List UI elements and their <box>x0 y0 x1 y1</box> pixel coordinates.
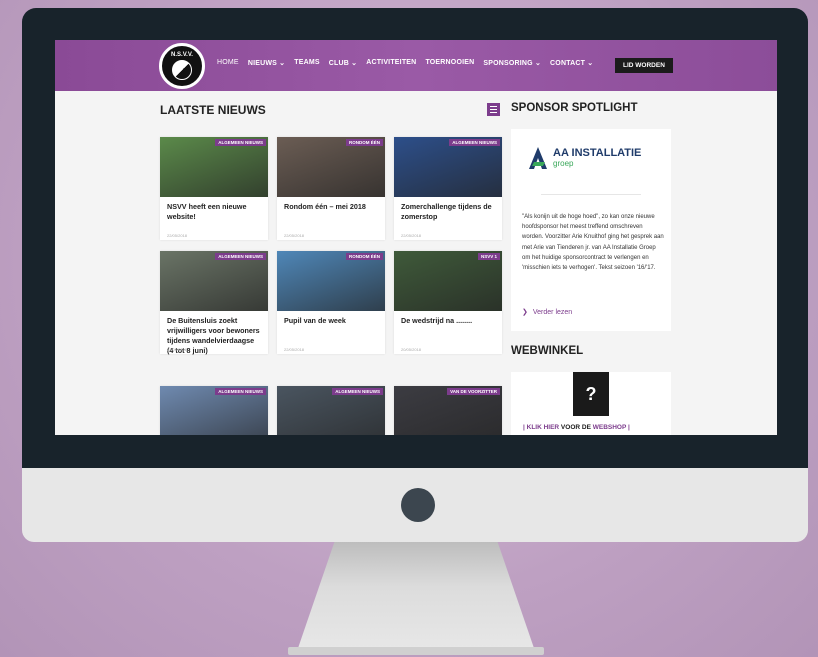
chevron-right-icon: ❯ <box>522 309 528 316</box>
sponsor-heading: SPONSOR SPOTLIGHT <box>511 102 638 114</box>
news-card-date: 20/05/2018 <box>401 347 422 352</box>
logo-text: N.S.V.V. <box>171 52 193 58</box>
monitor-stand <box>296 542 536 654</box>
news-card[interactable]: ALGEMEEN NIEUWS <box>160 386 268 435</box>
website-screen: N.S.V.V. HOME NIEUWS ⌄ TEAMS CLUB ⌄ ACTI… <box>55 40 777 435</box>
shop-card[interactable]: ? | KLIK HIER VOOR DE WEBSHOP | <box>511 372 671 435</box>
shop-link-a: | KLIK HIER <box>523 424 560 431</box>
menu-item-sponsoring[interactable]: SPONSORING ⌄ <box>483 59 541 67</box>
monitor-base <box>288 647 544 655</box>
page-content: LAATSTE NIEUWS SPONSOR SPOTLIGHT ALGEMEE… <box>55 91 777 435</box>
news-card-image[interactable]: ALGEMEEN NIEUWS <box>394 137 502 197</box>
menu-item-activiteiten[interactable]: ACTIVITEITEN <box>366 59 416 67</box>
news-card[interactable]: RONDOM ÉÉN Pupil van de week 22/05/2018 <box>277 251 385 354</box>
news-card[interactable]: ALGEMEEN NIEUWS <box>277 386 385 435</box>
shop-link-b: VOOR DE <box>559 424 593 431</box>
news-card-date: 22/05/2018 <box>284 347 305 352</box>
news-card-title[interactable]: De Buitensluis zoekt vrijwilligers voor … <box>160 311 268 355</box>
menu-item-home[interactable]: HOME <box>217 59 239 67</box>
sponsor-text: "Als konijn uit de hoge hoed", zo kan on… <box>522 214 664 272</box>
news-card[interactable]: ALGEMEEN NIEUWS Zomerchallenge tijdens de… <box>394 137 502 240</box>
news-card-date: 22/05/2018 <box>284 233 305 238</box>
news-card-tag[interactable]: NSVV 1 <box>477 253 500 260</box>
divider <box>541 194 641 195</box>
news-card-title[interactable]: Zomerchallenge tijdens de zomerstop <box>394 197 502 231</box>
news-card-image[interactable]: ALGEMEEN NIEUWS <box>277 386 385 435</box>
news-card-image[interactable]: ALGEMEEN NIEUWS <box>160 137 268 197</box>
news-card-tag[interactable]: ALGEMEEN NIEUWS <box>449 139 500 146</box>
news-card-title[interactable]: Rondom één – mei 2018 <box>277 197 385 231</box>
news-card[interactable]: VAN DE VOORZITTER <box>394 386 502 435</box>
news-card[interactable]: RONDOM ÉÉN Rondom één – mei 2018 22/05/201… <box>277 137 385 240</box>
menu-item-nieuws[interactable]: NIEUWS ⌄ <box>248 59 285 67</box>
news-card[interactable]: ALGEMEEN NIEUWS NSVV heeft een nieuwe web… <box>160 137 268 240</box>
top-navigation: N.S.V.V. HOME NIEUWS ⌄ TEAMS CLUB ⌄ ACTI… <box>55 40 777 91</box>
menu-item-toernooien[interactable]: TOERNOOIEN <box>425 59 474 67</box>
join-button[interactable]: LID WORDEN <box>615 58 673 73</box>
read-more-link[interactable]: ❯ Verder lezen <box>522 308 573 317</box>
news-card-title[interactable]: Pupil van de week <box>277 311 385 345</box>
news-card-image[interactable]: NSVV 1 <box>394 251 502 311</box>
hamburger-menu-icon[interactable] <box>487 103 500 116</box>
news-card-image[interactable]: VAN DE VOORZITTER <box>394 386 502 435</box>
news-card[interactable]: NSVV 1 De wedstrijd na ........ 20/05/2018 <box>394 251 502 354</box>
news-heading: LAATSTE NIEUWS <box>160 103 266 117</box>
menu-item-teams[interactable]: TEAMS <box>294 59 320 67</box>
news-card-tag[interactable]: RONDOM ÉÉN <box>345 139 383 146</box>
news-card-image[interactable]: ALGEMEEN NIEUWS <box>160 386 268 435</box>
news-card-image[interactable]: ALGEMEEN NIEUWS <box>160 251 268 311</box>
news-card[interactable]: ALGEMEEN NIEUWS De Buitensluis zoekt vrij… <box>160 251 268 355</box>
power-button-icon <box>401 488 435 522</box>
news-card-tag[interactable]: ALGEMEEN NIEUWS <box>215 388 266 395</box>
shop-link[interactable]: | KLIK HIER VOOR DE WEBSHOP | <box>523 424 630 431</box>
news-card-image[interactable]: RONDOM ÉÉN <box>277 137 385 197</box>
news-card-tag[interactable]: VAN DE VOORZITTER <box>447 388 500 395</box>
menu-item-contact[interactable]: CONTACT ⌄ <box>550 59 593 67</box>
news-card-title[interactable]: NSVV heeft een nieuwe website! <box>160 197 268 231</box>
news-card-title[interactable]: De wedstrijd na ........ <box>394 311 502 345</box>
read-more-label: Verder lezen <box>532 308 573 316</box>
shop-logo-icon: ? <box>573 372 609 416</box>
shop-link-c: WEBSHOP | <box>592 424 630 431</box>
sponsor-card: AA INSTALLATIE groep "Als konijn uit de … <box>511 129 671 331</box>
sponsor-subname: groep <box>553 159 574 168</box>
news-card-tag[interactable]: ALGEMEEN NIEUWS <box>215 139 266 146</box>
aa-installatie-logo-icon <box>529 147 547 169</box>
news-card-date: 22/05/2018 <box>167 233 188 238</box>
club-logo[interactable]: N.S.V.V. <box>159 43 205 89</box>
sponsor-name: AA INSTALLATIE <box>553 147 642 159</box>
main-menu: HOME NIEUWS ⌄ TEAMS CLUB ⌄ ACTIVITEITEN … <box>217 59 593 67</box>
news-card-date: 22/05/2018 <box>401 233 422 238</box>
news-card-tag[interactable]: RONDOM ÉÉN <box>345 253 383 260</box>
sponsor-logo[interactable]: AA INSTALLATIE groep <box>529 147 641 169</box>
news-card-tag[interactable]: ALGEMEEN NIEUWS <box>215 253 266 260</box>
menu-item-club[interactable]: CLUB ⌄ <box>329 59 357 67</box>
news-card-tag[interactable]: ALGEMEEN NIEUWS <box>332 388 383 395</box>
football-icon <box>172 60 192 80</box>
shop-heading: WEBWINKEL <box>511 345 584 357</box>
news-card-image[interactable]: RONDOM ÉÉN <box>277 251 385 311</box>
